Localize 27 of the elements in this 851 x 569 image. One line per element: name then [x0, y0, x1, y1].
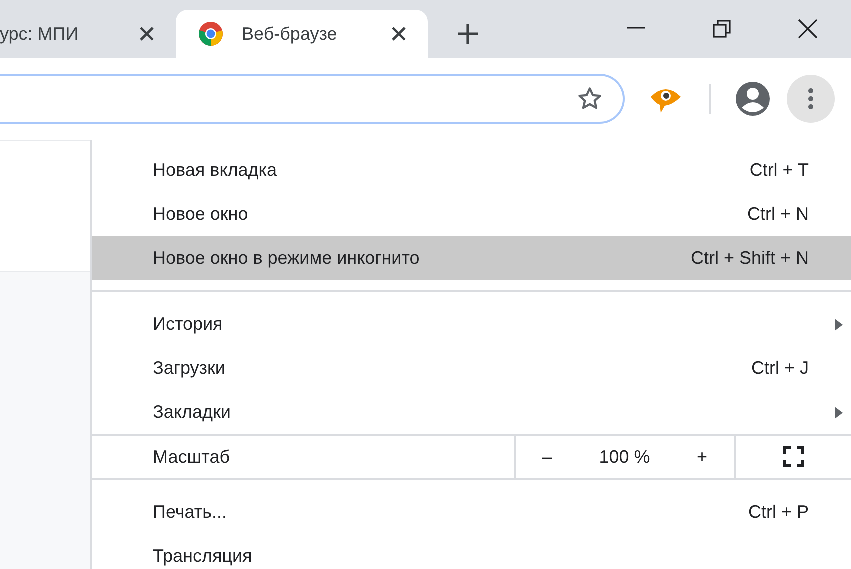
shortcut-text: Ctrl + J	[751, 356, 809, 380]
menu-item[interactable]: Загрузки Ctrl + J	[92, 346, 851, 390]
menu-item[interactable]: Новая вкладка Ctrl + T	[92, 148, 851, 192]
menu-item[interactable]: История	[92, 302, 851, 346]
browser-tab[interactable]: Веб-браузе	[176, 10, 428, 58]
tab-title: урс: МПИ	[0, 22, 80, 46]
menu-item[interactable]: Новое окно в режиме инкогнито Ctrl + Shift + N	[92, 236, 851, 280]
zoom-label: Масштаб	[152, 446, 232, 468]
tab-title: Веб-браузе	[242, 22, 338, 46]
menu-item[interactable]: Закладки	[92, 390, 851, 434]
fullscreen-icon[interactable]	[782, 446, 804, 468]
zoom-out-button[interactable]: –	[536, 444, 558, 470]
shortcut-text: Ctrl + Shift + N	[690, 246, 809, 270]
bookmark-star-icon[interactable]	[577, 86, 603, 112]
menu-item[interactable]: Трансляция	[92, 534, 851, 569]
menu-item[interactable]: Печать... Ctrl + P	[92, 490, 851, 534]
profile-avatar-icon[interactable]	[735, 81, 771, 117]
shortcut-text: Ctrl + P	[748, 500, 809, 524]
shortcut-text: Ctrl + N	[747, 202, 809, 226]
submenu-arrow-icon	[835, 407, 843, 419]
menu-item[interactable]: Новое окно Ctrl + N	[92, 192, 851, 236]
shortcut-text: Ctrl + T	[750, 158, 809, 182]
submenu-arrow-icon	[835, 319, 843, 331]
more-menu-icon[interactable]	[787, 75, 835, 123]
browser-tab[interactable]: урс: МПИ	[0, 10, 176, 58]
zoom-value: 100 %	[599, 446, 650, 468]
zoom-in-button[interactable]: +	[691, 444, 714, 470]
